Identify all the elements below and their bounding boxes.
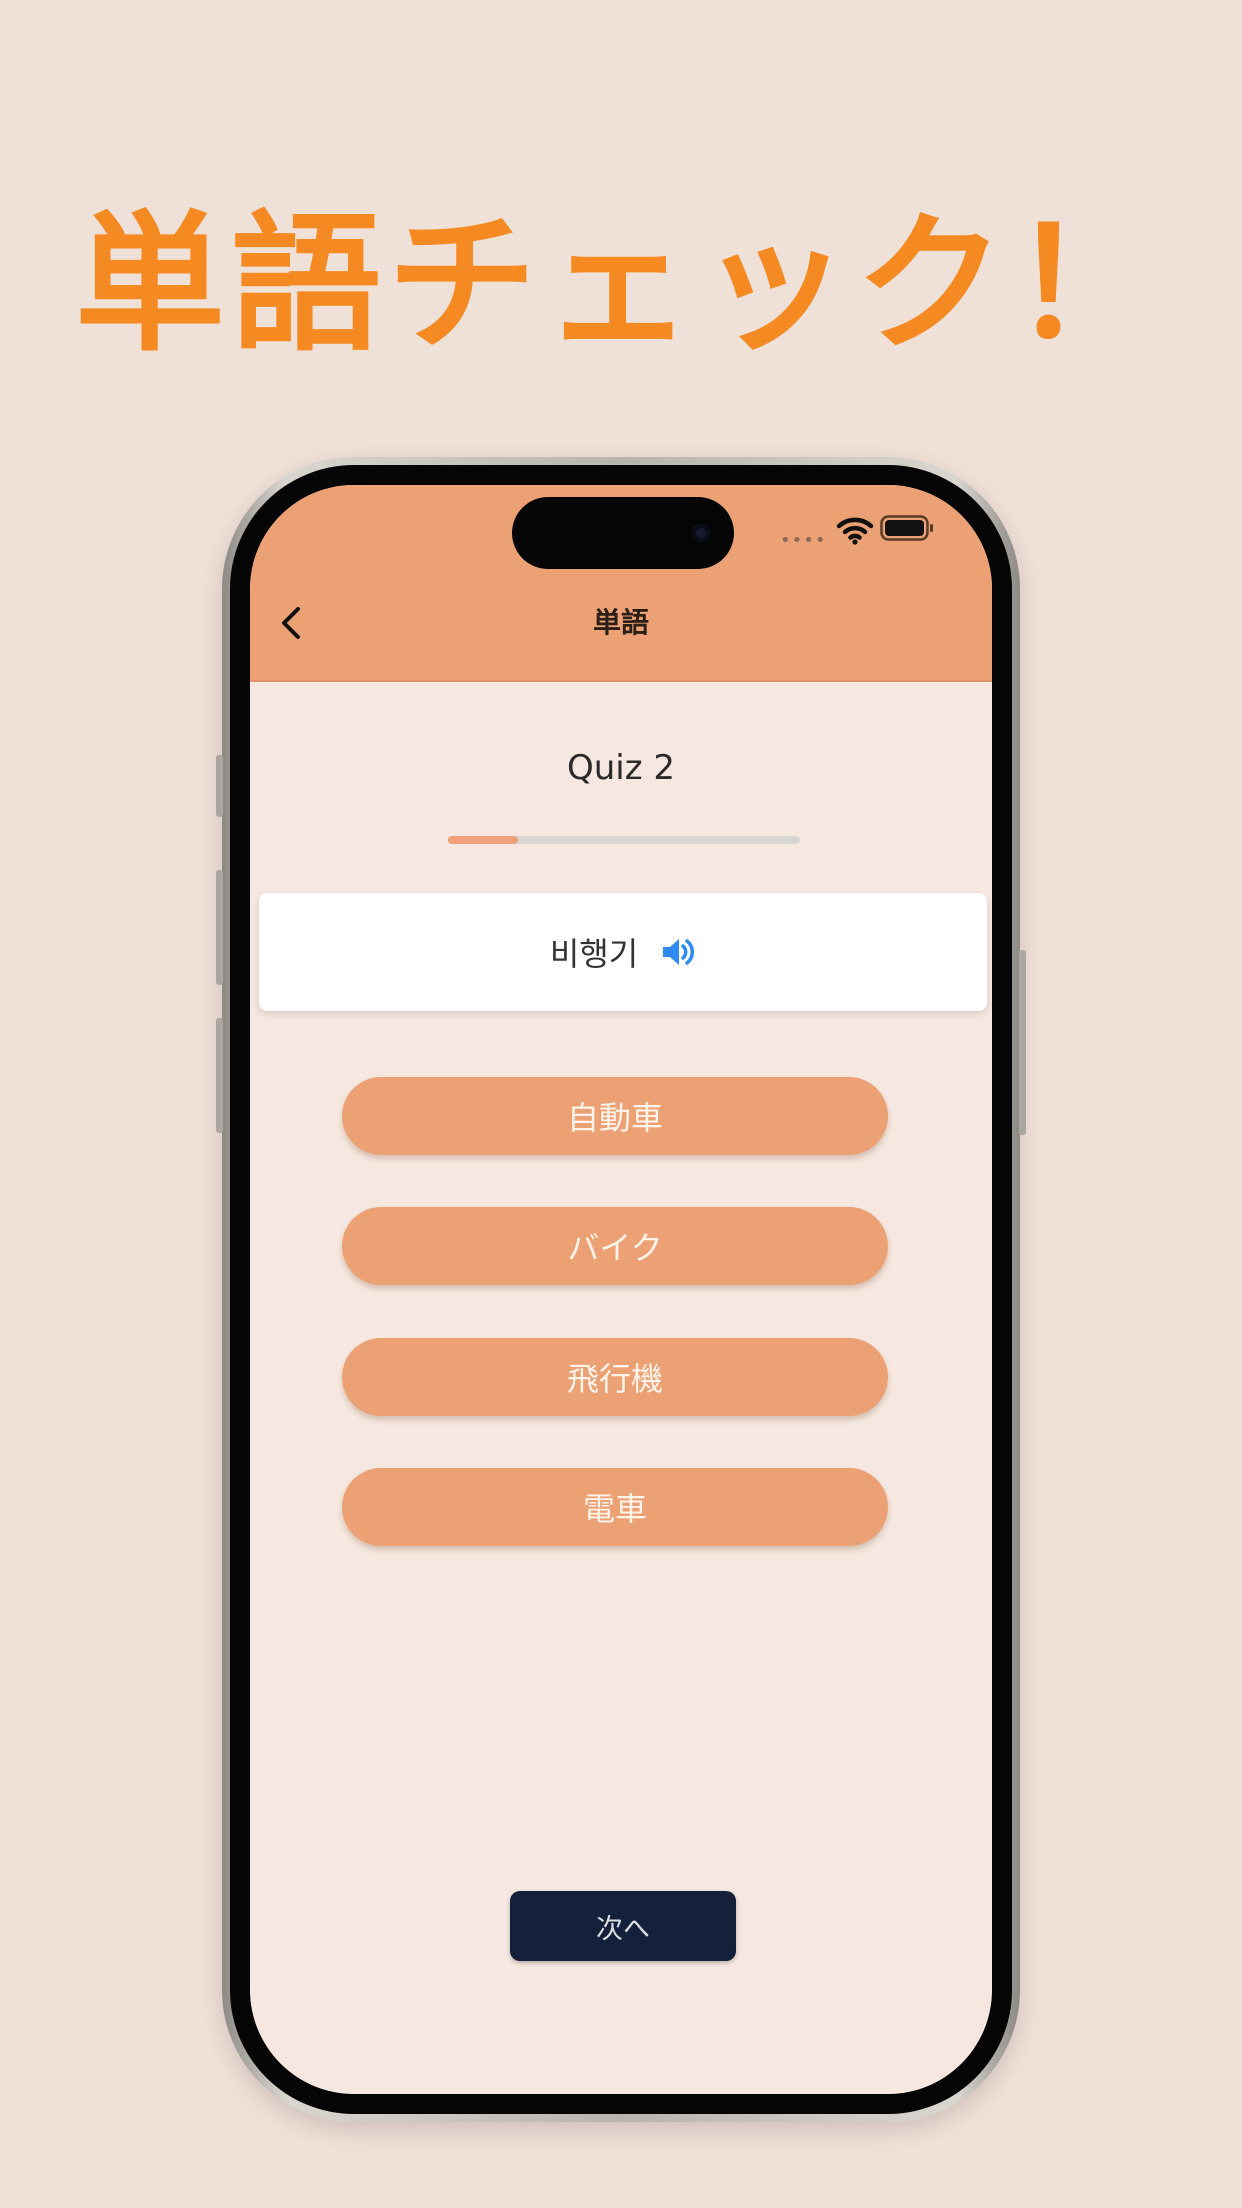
phone-volume-up-button (216, 870, 223, 985)
camera-icon (692, 524, 710, 542)
quiz-word: 비행기 (549, 935, 639, 973)
word-card: 비행기 (259, 893, 987, 1011)
page-title: 単語 (592, 606, 649, 639)
quiz-title: Quiz 2 (566, 748, 676, 788)
answer-option-button[interactable]: バイク (342, 1207, 888, 1285)
promo-headline: 単語チェック！ (74, 198, 1167, 372)
answer-option-button[interactable]: 飛行機 (342, 1338, 888, 1416)
phone-action-button (216, 755, 223, 817)
battery-icon (880, 515, 933, 541)
quiz-progress-fill (448, 836, 519, 844)
signal-dots: •••• (780, 530, 827, 551)
app-header: •••• 単語 (250, 485, 992, 682)
next-button[interactable]: 次へ (510, 1891, 736, 1961)
dynamic-island (512, 497, 734, 569)
answer-option-button[interactable]: 電車 (342, 1468, 888, 1546)
speaker-icon[interactable] (660, 934, 696, 970)
answer-option-button[interactable]: 自動車 (342, 1077, 888, 1155)
phone-screen: •••• 単語 Quiz 2 비행기 自動車 バイク 飛行機 電車 次へ (250, 485, 992, 2094)
phone-power-button (1019, 950, 1026, 1135)
word-row: 비행기 (259, 893, 987, 1011)
phone-volume-down-button (216, 1018, 223, 1133)
wifi-icon (836, 517, 874, 545)
quiz-progress-bar (448, 836, 800, 844)
